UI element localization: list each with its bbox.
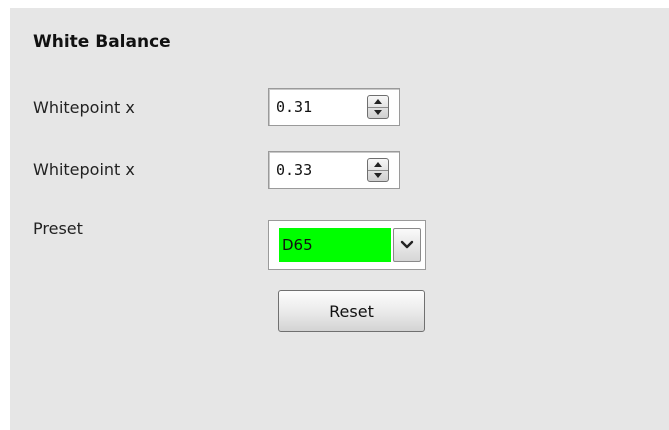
- whitepoint-x-value[interactable]: 0.31: [276, 98, 312, 116]
- arrow-up-icon: [374, 162, 382, 167]
- preset-selected-value[interactable]: D65: [279, 228, 391, 262]
- arrow-down-icon: [374, 173, 382, 178]
- decrement-button[interactable]: [368, 107, 388, 118]
- whitepoint-y-spin-buttons: [367, 158, 389, 182]
- whitepoint-y-label: Whitepoint x: [33, 160, 135, 179]
- preset-dropdown[interactable]: D65: [268, 220, 426, 270]
- panel-title: White Balance: [33, 32, 171, 52]
- whitepoint-y-value[interactable]: 0.33: [276, 161, 312, 179]
- whitepoint-x-label: Whitepoint x: [33, 98, 135, 117]
- white-balance-panel: White Balance Whitepoint x 0.31 Whitepoi…: [10, 8, 669, 430]
- decrement-button[interactable]: [368, 170, 388, 181]
- whitepoint-y-spinbox[interactable]: 0.33: [268, 151, 400, 189]
- whitepoint-x-spin-buttons: [367, 95, 389, 119]
- arrow-up-icon: [374, 99, 382, 104]
- arrow-down-icon: [374, 110, 382, 115]
- dropdown-button[interactable]: [393, 228, 421, 262]
- reset-button[interactable]: Reset: [278, 290, 425, 332]
- chevron-down-icon: [400, 240, 414, 249]
- preset-label: Preset: [33, 219, 83, 238]
- whitepoint-x-spinbox[interactable]: 0.31: [268, 88, 400, 126]
